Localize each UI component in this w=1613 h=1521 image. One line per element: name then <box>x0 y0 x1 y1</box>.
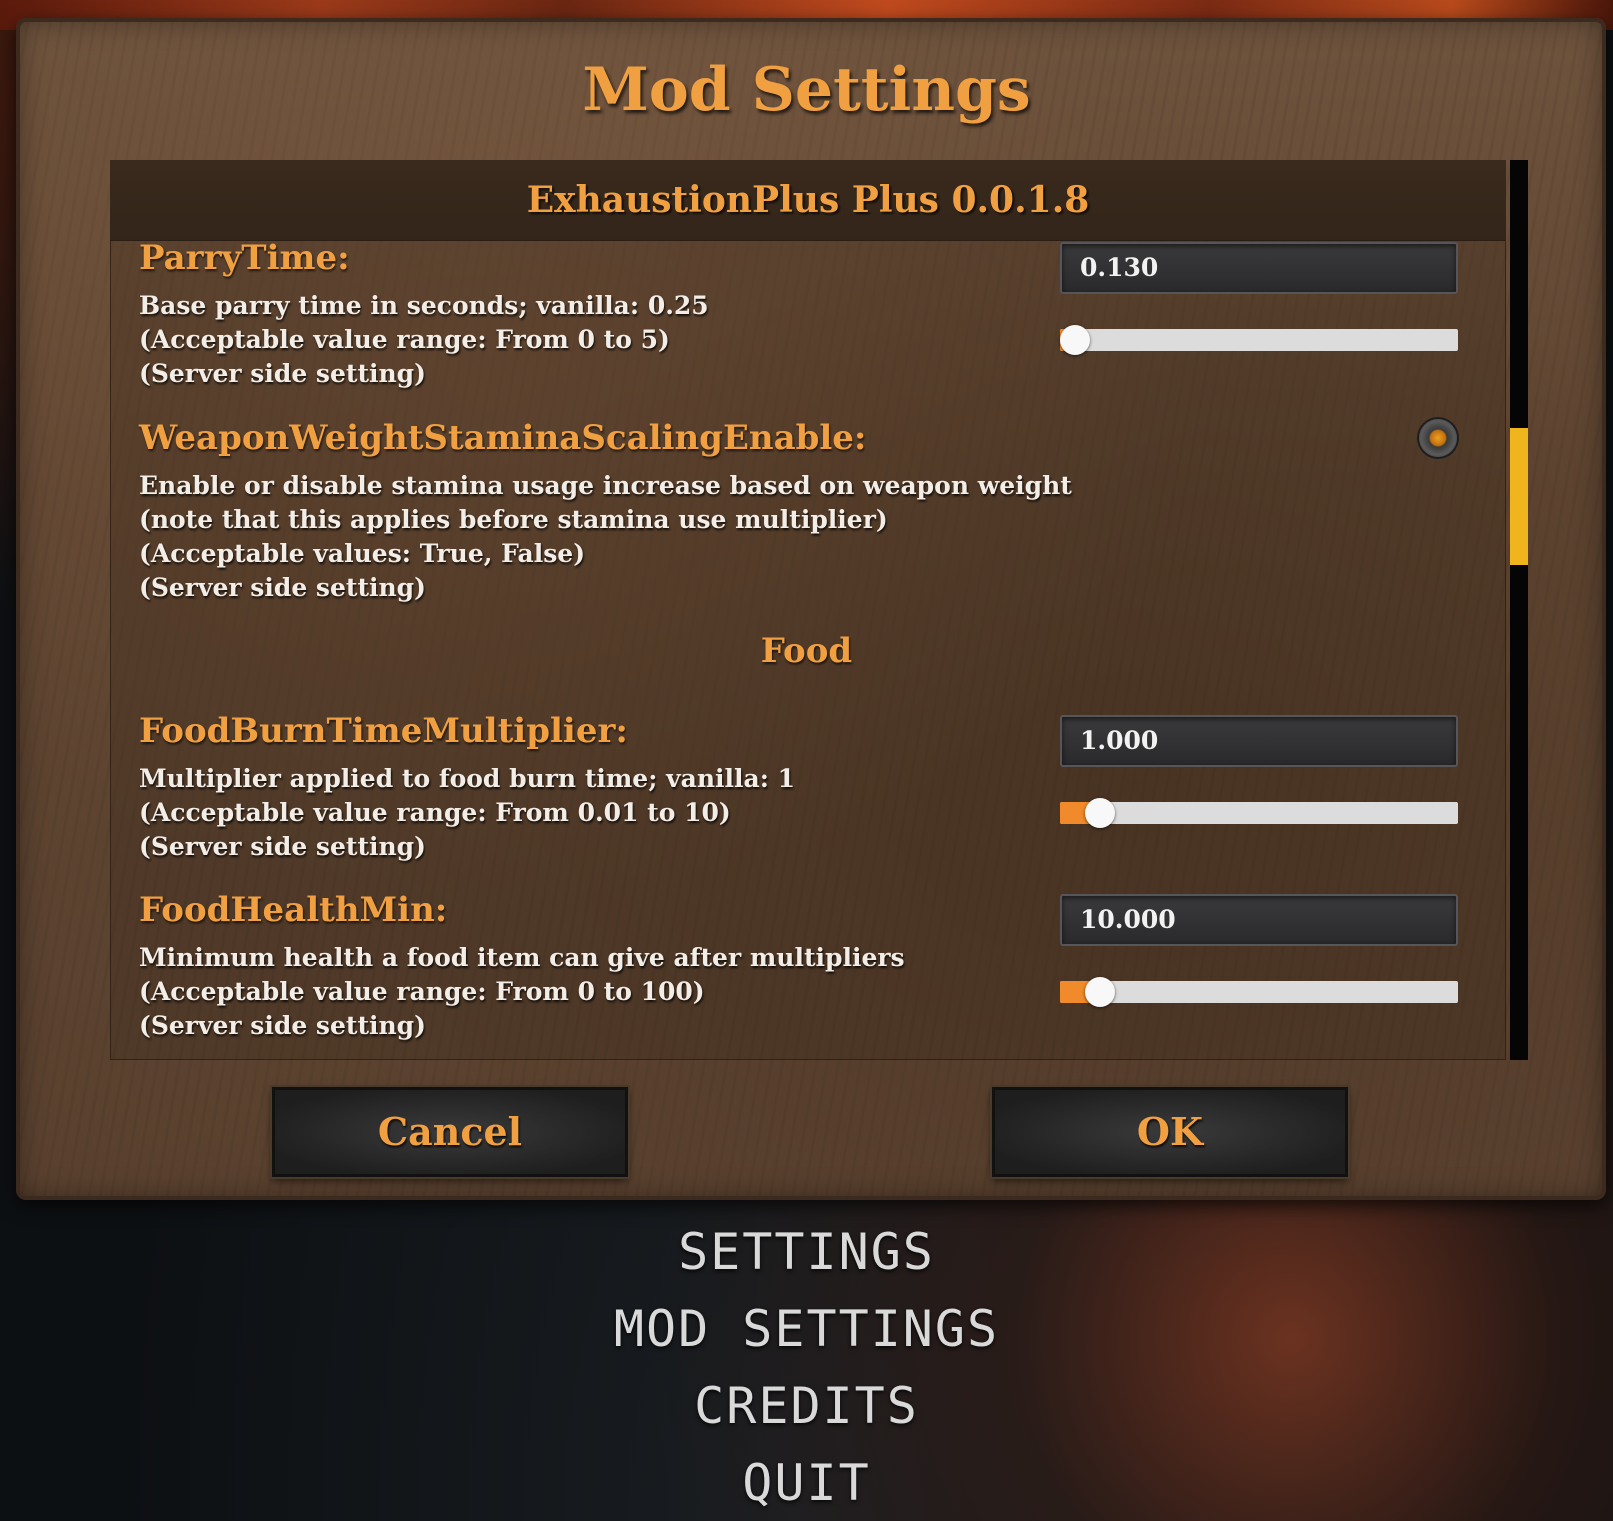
desc-line: (Server side setting) <box>139 832 426 861</box>
setting-name-weaponweight: WeaponWeightStaminaScalingEnable: <box>139 418 867 458</box>
slider-handle[interactable] <box>1060 325 1090 355</box>
cancel-button[interactable]: Cancel <box>272 1087 628 1177</box>
slider-track <box>1060 329 1458 351</box>
desc-line: (Server side setting) <box>139 1011 426 1040</box>
desc-line: (Acceptable values: True, False) <box>139 539 586 568</box>
desc-line: Base parry time in seconds; vanilla: 0.2… <box>139 291 709 320</box>
parrytime-slider[interactable] <box>1060 325 1458 355</box>
slider-track <box>1060 981 1458 1003</box>
mod-header: ExhaustionPlus Plus 0.0.1.8 <box>110 160 1506 241</box>
setting-desc-weaponweight: Enable or disable stamina usage increase… <box>139 469 1072 605</box>
setting-name-foodburntime: FoodBurnTimeMultiplier: <box>139 711 628 751</box>
desc-line: (Server side setting) <box>139 359 426 388</box>
desc-line: (Acceptable value range: From 0 to 5) <box>139 325 670 354</box>
desc-line: (Acceptable value range: From 0 to 100) <box>139 977 705 1006</box>
desc-line: (Acceptable value range: From 0.01 to 10… <box>139 798 731 827</box>
setting-desc-foodburntime: Multiplier applied to food burn time; va… <box>139 762 795 864</box>
slider-handle[interactable] <box>1085 798 1115 828</box>
foodburntime-slider[interactable] <box>1060 798 1458 828</box>
scrollbar-thumb[interactable] <box>1510 428 1528 565</box>
slider-handle[interactable] <box>1085 977 1115 1007</box>
slider-track <box>1060 802 1458 824</box>
menu-item-settings[interactable]: SETTINGS <box>0 1223 1613 1281</box>
dialog-title: Mod Settings <box>582 55 1031 125</box>
setting-desc-parrytime: Base parry time in seconds; vanilla: 0.2… <box>139 289 709 391</box>
menu-item-credits[interactable]: CREDITS <box>0 1377 1613 1435</box>
desc-line: (note that this applies before stamina u… <box>139 505 888 534</box>
ok-button[interactable]: OK <box>992 1087 1348 1177</box>
setting-desc-foodhealthmin: Minimum health a food item can give afte… <box>139 941 905 1043</box>
desc-line: Enable or disable stamina usage increase… <box>139 471 1072 500</box>
parrytime-input[interactable]: 0.130 <box>1060 242 1458 294</box>
setting-name-parrytime: ParryTime: <box>139 238 350 278</box>
desc-line: (Server side setting) <box>139 573 426 602</box>
scrollbar-track[interactable] <box>1510 160 1528 1060</box>
menu-item-quit[interactable]: QUIT <box>0 1454 1613 1512</box>
foodhealthmin-slider[interactable] <box>1060 977 1458 1007</box>
desc-line: Multiplier applied to food burn time; va… <box>139 764 796 793</box>
section-food: Food <box>760 631 853 671</box>
setting-name-foodhealthmin: FoodHealthMin: <box>139 890 448 930</box>
foodhealthmin-input[interactable]: 10.000 <box>1060 894 1458 946</box>
foodburntime-input[interactable]: 1.000 <box>1060 715 1458 767</box>
menu-item-mod-settings[interactable]: MOD SETTINGS <box>0 1300 1613 1358</box>
weaponweight-toggle[interactable] <box>1419 419 1457 457</box>
desc-line: Minimum health a food item can give afte… <box>139 943 905 972</box>
